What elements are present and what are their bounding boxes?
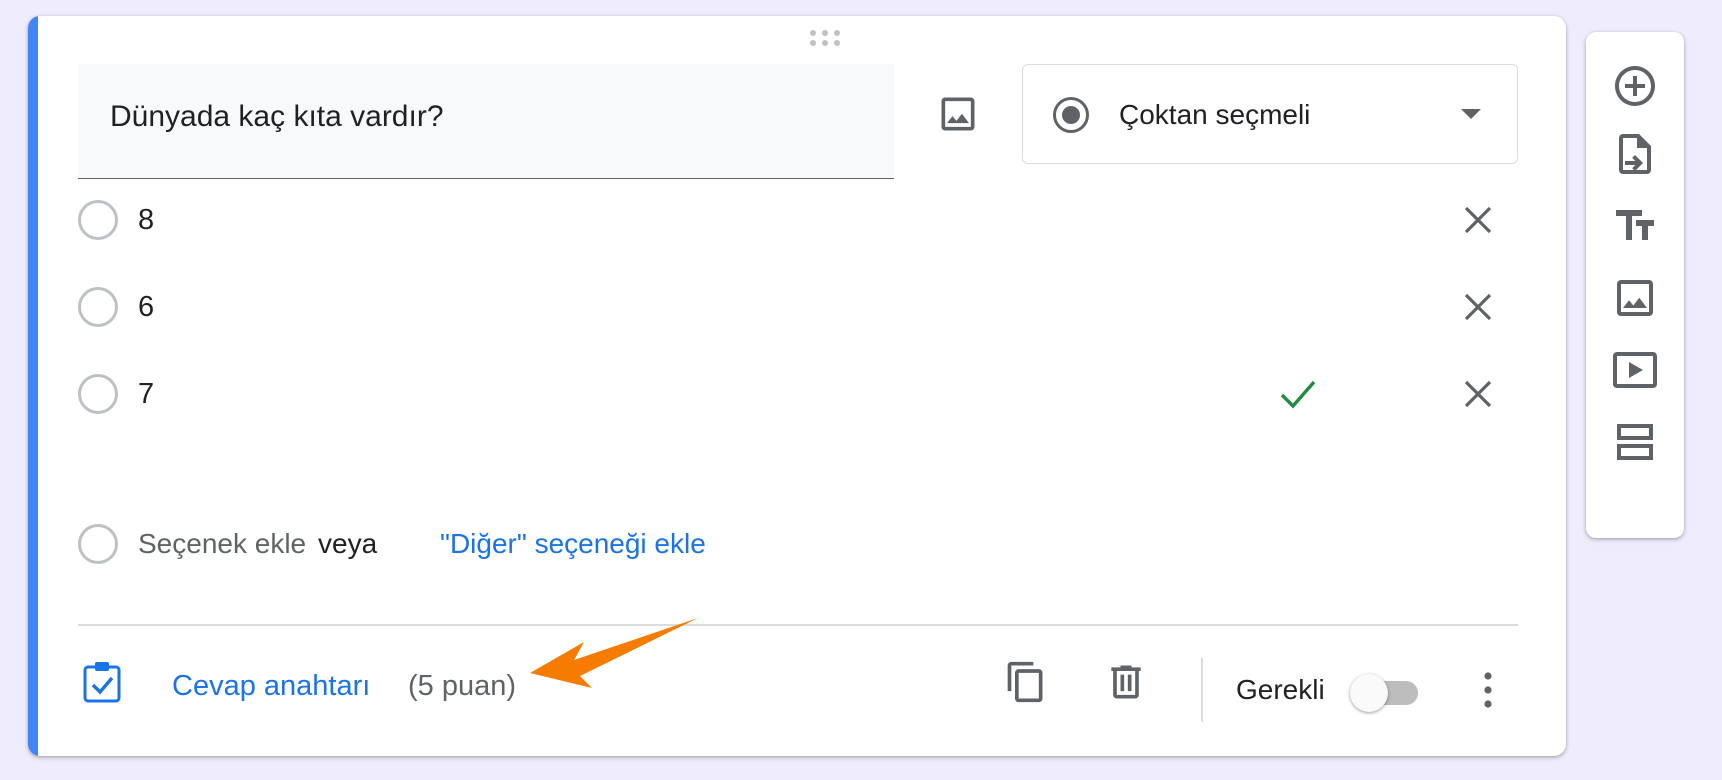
add-option-row: Seçenek ekle veya "Diğer" seçeneği ekle [78, 514, 778, 574]
close-icon[interactable] [1458, 374, 1498, 414]
answer-key-button[interactable]: Cevap anahtarı [172, 670, 370, 703]
option-label[interactable]: 8 [138, 204, 154, 237]
footer-vertical-divider [1201, 658, 1203, 722]
answer-key-clipboard-icon[interactable] [82, 660, 122, 704]
drag-handle-icon[interactable] [810, 30, 844, 50]
option-row: 6 [78, 277, 1538, 337]
option-radio [78, 200, 118, 240]
option-row: 7 [78, 364, 1538, 424]
question-title-text[interactable]: Dünyada kaç kıta vardır? [110, 100, 444, 134]
add-option-input[interactable]: Seçenek ekle [138, 528, 306, 560]
radio-checked-icon [1051, 95, 1091, 135]
add-question-image-icon[interactable] [936, 92, 980, 136]
floating-toolbar [1586, 32, 1684, 538]
duplicate-icon[interactable] [1004, 660, 1048, 704]
option-label[interactable]: 6 [138, 291, 154, 324]
chevron-down-icon [1459, 107, 1483, 121]
active-card-accent-bar [28, 16, 38, 756]
trash-icon[interactable] [1104, 660, 1148, 704]
more-vert-icon[interactable] [1472, 666, 1504, 714]
points-label: (5 puan) [408, 670, 517, 702]
option-label[interactable]: 7 [138, 378, 154, 411]
correct-answer-check-icon [1278, 376, 1318, 412]
add-question-icon[interactable] [1611, 62, 1659, 110]
answer-key-area: Cevap anahtarı (5 puan) [78, 656, 578, 716]
import-questions-icon[interactable] [1611, 130, 1659, 178]
question-card: Dünyada kaç kıta vardır? Çoktan seçmeli … [28, 16, 1566, 756]
question-title-field[interactable]: Dünyada kaç kıta vardır? [78, 64, 894, 179]
question-type-dropdown[interactable]: Çoktan seçmeli [1022, 64, 1518, 164]
close-icon[interactable] [1458, 200, 1498, 240]
footer-divider [78, 624, 1518, 626]
option-row: 8 [78, 190, 1538, 250]
add-video-icon[interactable] [1611, 346, 1659, 394]
option-radio [78, 374, 118, 414]
required-label: Gerekli [1236, 674, 1325, 705]
add-other-option-link[interactable]: "Diğer" seçeneği ekle [440, 528, 706, 560]
or-text: veya [318, 528, 378, 559]
add-image-icon[interactable] [1611, 274, 1659, 322]
question-type-label: Çoktan seçmeli [1119, 99, 1311, 130]
close-icon[interactable] [1458, 287, 1498, 327]
option-radio [78, 524, 118, 564]
add-title-icon[interactable] [1611, 202, 1659, 250]
toggle-thumb [1350, 674, 1388, 712]
option-radio [78, 287, 118, 327]
add-section-icon[interactable] [1611, 418, 1659, 466]
required-toggle[interactable] [1350, 674, 1420, 712]
